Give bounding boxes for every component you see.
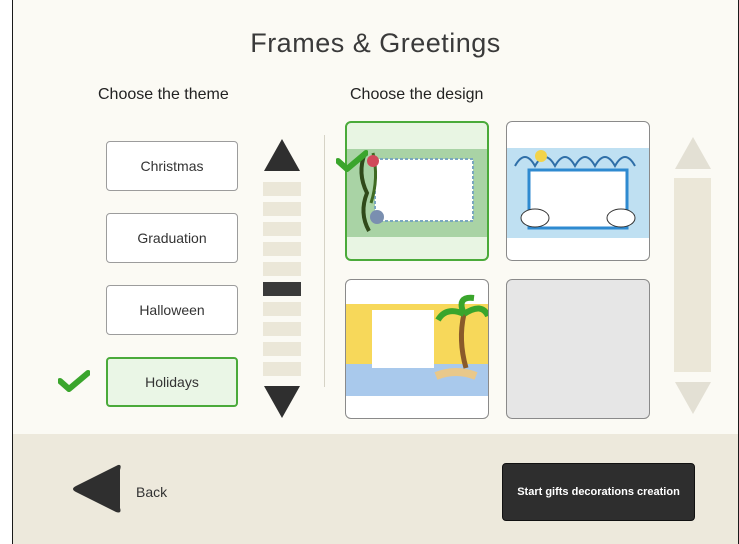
scroll-segment — [263, 202, 301, 216]
back-label[interactable]: Back — [136, 484, 167, 500]
snow-sheep-frame-thumbnail — [507, 148, 649, 238]
scroll-thumb[interactable] — [263, 282, 301, 296]
scroll-segment — [263, 342, 301, 356]
scroll-segment — [263, 242, 301, 256]
scroll-segment — [263, 222, 301, 236]
page-title: Frames & Greetings — [250, 28, 501, 58]
design-beach-palm-frame[interactable] — [345, 279, 489, 419]
design-check-icon — [336, 150, 368, 172]
theme-heading: Choose the theme — [98, 86, 229, 103]
plant-frame-thumbnail — [347, 149, 487, 237]
design-scroll-up-icon[interactable] — [673, 135, 713, 171]
design-scroll-down-icon[interactable] — [673, 380, 713, 416]
theme-graduation-button[interactable]: Graduation — [106, 213, 238, 263]
theme-scroll-up-icon[interactable] — [262, 137, 302, 173]
design-scroll-track[interactable] — [674, 178, 711, 372]
scroll-segment — [263, 302, 301, 316]
theme-scroll-down-icon[interactable] — [262, 384, 302, 420]
theme-holidays-button[interactable]: Holidays — [106, 357, 238, 407]
scroll-segment — [263, 322, 301, 336]
theme-halloween-button[interactable]: Halloween — [106, 285, 238, 335]
scroll-segment — [263, 182, 301, 196]
start-creation-button[interactable]: Start gifts decorations creation — [502, 463, 695, 521]
theme-christmas-button[interactable]: Christmas — [106, 141, 238, 191]
panel-divider — [324, 135, 325, 387]
design-heading: Choose the design — [350, 86, 484, 103]
design-plant-frame[interactable] — [345, 121, 489, 261]
back-arrow-icon[interactable] — [70, 462, 122, 516]
design-snow-sheep-frame[interactable] — [506, 121, 650, 261]
scroll-segment — [263, 262, 301, 276]
beach-palm-frame-thumbnail — [346, 294, 488, 396]
scroll-segment — [263, 362, 301, 376]
check-icon — [58, 370, 90, 392]
design-empty-slot[interactable] — [506, 279, 650, 419]
